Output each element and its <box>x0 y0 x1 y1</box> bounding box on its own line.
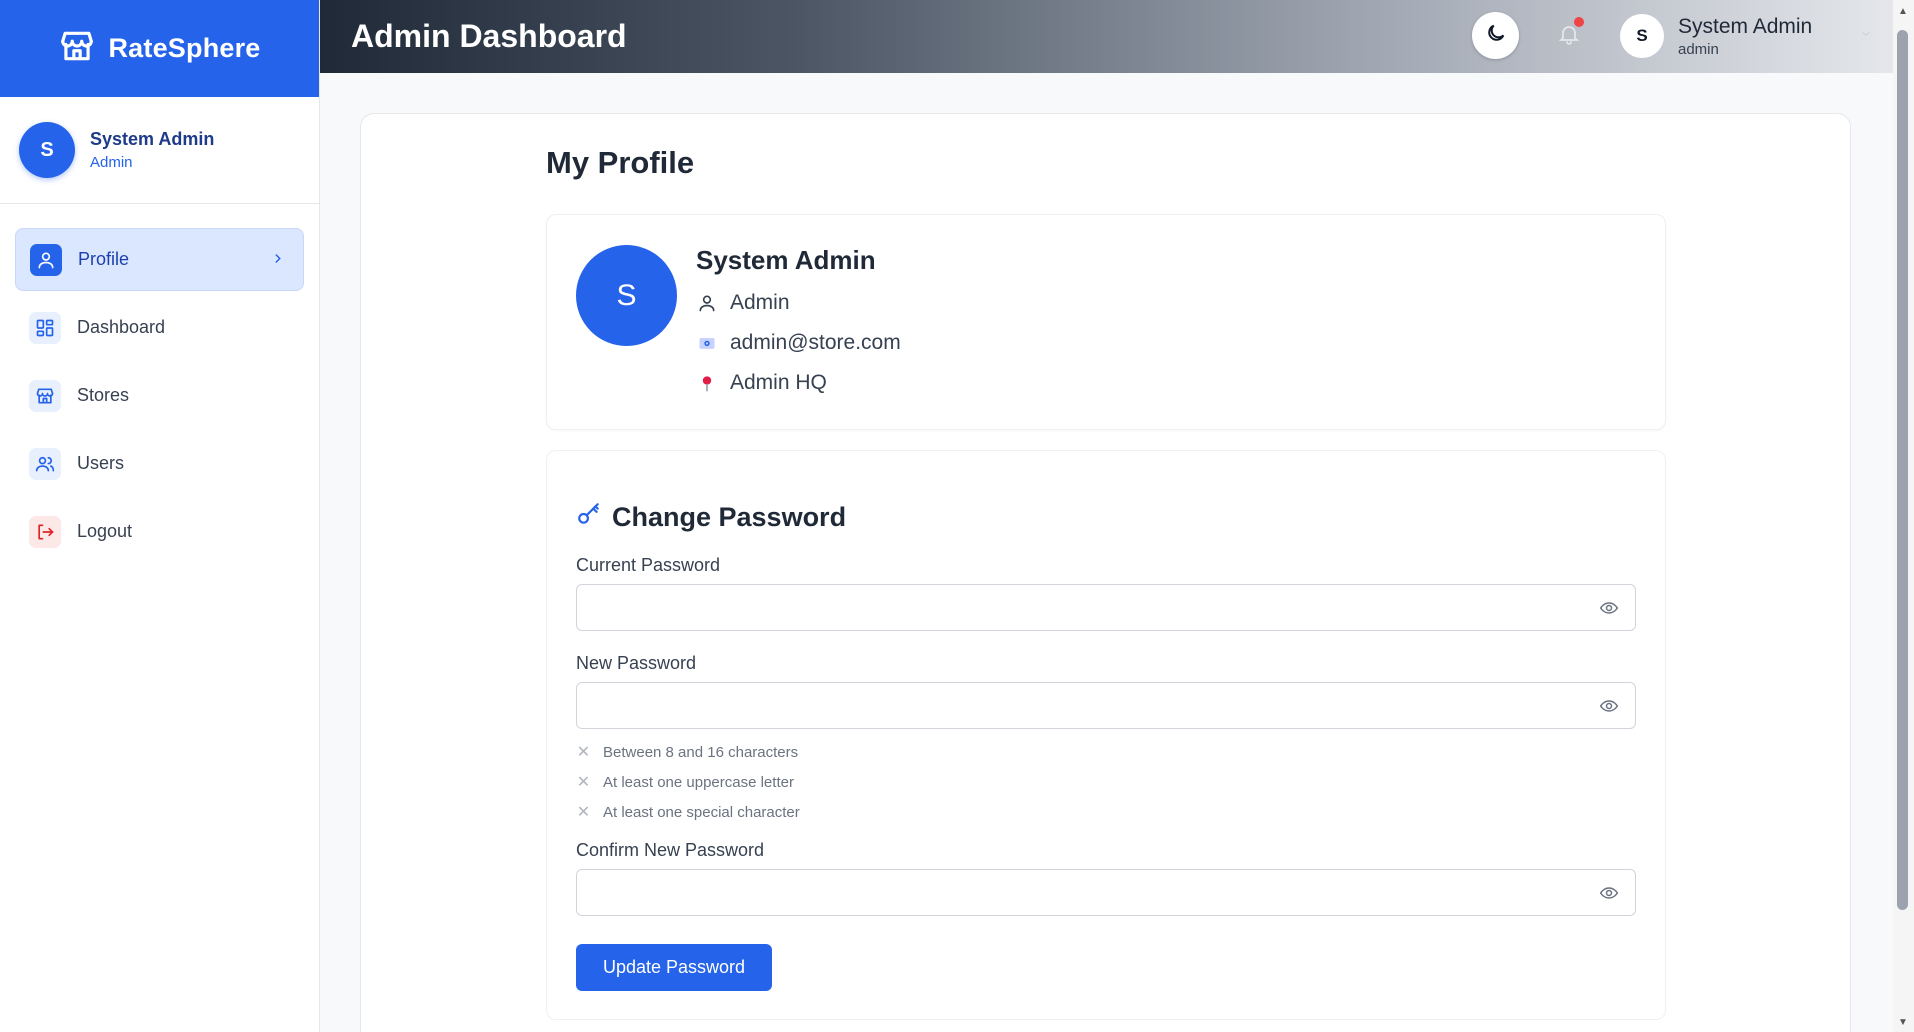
page-title: My Profile <box>546 145 695 180</box>
confirm-password-field[interactable] <box>576 869 1636 916</box>
sidebar-item-label: Stores <box>77 385 130 405</box>
requirement-text: Between 8 and 16 characters <box>603 743 799 761</box>
scroll-thumb[interactable] <box>1897 30 1908 910</box>
header-user-name: System Admin <box>1678 14 1813 38</box>
profile-email-row: admin@store.com <box>696 331 901 355</box>
eye-icon[interactable] <box>1597 883 1621 908</box>
profile-name: System Admin <box>696 245 876 275</box>
scroll-down-icon[interactable]: ▼ <box>1898 1017 1908 1028</box>
update-password-button[interactable]: Update Password <box>576 944 772 991</box>
sidebar-item-profile[interactable]: Profile <box>15 228 304 291</box>
profile-avatar: S <box>576 245 677 346</box>
user-menu[interactable]: S System Admin admin <box>1620 12 1880 60</box>
sidebar-item-label: Profile <box>78 249 130 269</box>
sidebar: RateSphere S System Admin Admin Profile … <box>0 0 320 1032</box>
avatar: S <box>19 122 75 178</box>
users-icon <box>29 447 61 480</box>
change-password-heading: Change Password <box>576 501 846 534</box>
sidebar-item-dashboard[interactable]: Dashboard <box>15 296 304 359</box>
eye-icon[interactable] <box>1597 598 1621 623</box>
sidebar-item-users[interactable]: Users <box>15 432 304 495</box>
profile-address-row: Admin HQ <box>696 371 827 395</box>
sidebar-user: S System Admin Admin <box>0 97 319 204</box>
password-requirement: ✕ At least one special character <box>576 802 800 822</box>
eye-icon[interactable] <box>1597 696 1621 721</box>
profile-role: Admin <box>730 291 790 314</box>
notifications-button[interactable] <box>1547 14 1591 58</box>
profile-card: S System Admin Admin admin@store.com Adm… <box>546 214 1666 430</box>
change-password-card: Change Password Current Password New Pas… <box>546 450 1666 1020</box>
x-icon: ✕ <box>576 774 591 791</box>
change-password-title: Change Password <box>612 502 847 532</box>
sidebar-item-label: Logout <box>77 521 133 541</box>
new-password-label: New Password <box>576 653 697 673</box>
sidebar-nav: Profile Dashboard Stores Users Logout <box>0 204 319 587</box>
brand-name: RateSphere <box>108 33 261 63</box>
sidebar-user-name: System Admin <box>90 129 215 149</box>
store-icon <box>58 27 96 70</box>
logout-icon <box>29 515 61 548</box>
theme-toggle-button[interactable] <box>1472 12 1519 59</box>
new-password-field[interactable] <box>576 682 1636 729</box>
pin-icon <box>696 372 718 394</box>
current-password-field[interactable] <box>576 584 1636 631</box>
scroll-up-icon[interactable]: ▲ <box>1898 6 1908 17</box>
header-title: Admin Dashboard <box>351 18 627 54</box>
user-icon <box>696 293 718 313</box>
x-icon: ✕ <box>576 744 591 761</box>
key-icon <box>576 501 602 534</box>
chevron-down-icon <box>1860 28 1872 43</box>
avatar: S <box>1620 14 1664 58</box>
header-user-role: admin <box>1678 40 1719 58</box>
sidebar-item-logout[interactable]: Logout <box>15 500 304 563</box>
moon-icon <box>1485 22 1507 49</box>
email-icon <box>696 333 718 353</box>
sidebar-user-role: Admin <box>90 154 133 171</box>
requirement-text: At least one special character <box>603 803 800 821</box>
store-icon <box>29 379 61 412</box>
password-requirement: ✕ At least one uppercase letter <box>576 772 794 792</box>
user-icon <box>30 243 62 276</box>
confirm-password-label: Confirm New Password <box>576 840 765 860</box>
brand[interactable]: RateSphere <box>0 0 319 97</box>
requirement-text: At least one uppercase letter <box>603 773 794 791</box>
sidebar-item-label: Users <box>77 453 125 473</box>
x-icon: ✕ <box>576 804 591 821</box>
profile-email: admin@store.com <box>730 331 901 354</box>
sidebar-item-label: Dashboard <box>77 317 166 337</box>
scrollbar[interactable]: ▲ ▼ <box>1893 0 1914 1032</box>
top-header: Admin Dashboard S System Admin admin <box>320 0 1894 73</box>
chevron-right-icon <box>271 249 285 270</box>
current-password-label: Current Password <box>576 555 721 575</box>
profile-role-row: Admin <box>696 291 790 315</box>
profile-address: Admin HQ <box>730 371 827 394</box>
notification-badge <box>1574 17 1584 27</box>
sidebar-item-stores[interactable]: Stores <box>15 364 304 427</box>
password-requirement: ✕ Between 8 and 16 characters <box>576 742 798 762</box>
grid-icon <box>29 311 61 344</box>
